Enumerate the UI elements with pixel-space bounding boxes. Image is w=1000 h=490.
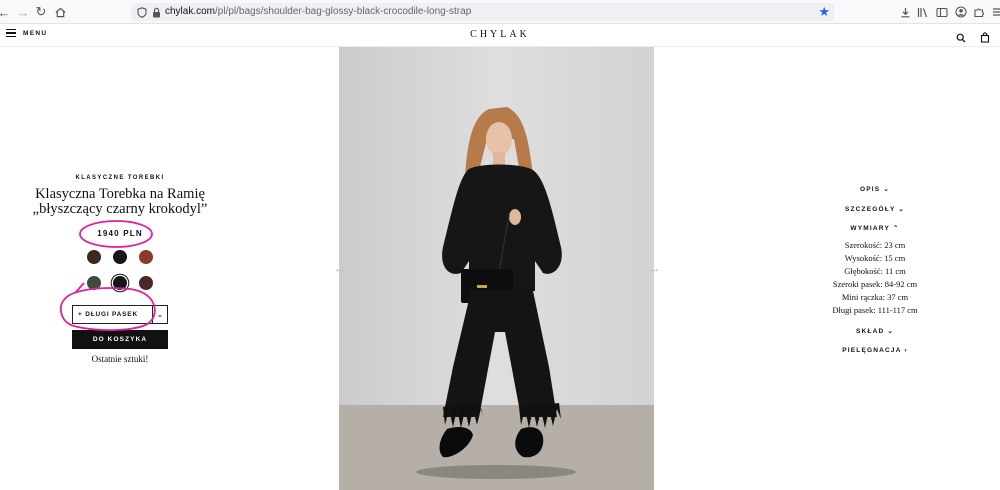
accordion-pielegnacja-label: PIELĘGNACJA bbox=[842, 347, 902, 354]
back-icon[interactable]: ← bbox=[0, 4, 12, 20]
accordion-opis[interactable]: OPIS ⌄ bbox=[800, 185, 950, 193]
dimension-item: Mini rączka: 37 cm bbox=[841, 292, 909, 302]
url-domain: chylak.com bbox=[165, 6, 216, 17]
product-panel: KLASYCZNE TOREBKI Klasyczna Torebka na R… bbox=[20, 175, 220, 364]
accordion-sklad-label: SKŁAD bbox=[855, 328, 885, 335]
download-icon[interactable] bbox=[898, 5, 912, 19]
model-photo-illustration bbox=[339, 47, 654, 490]
accordion-szczegoly[interactable]: SZCZEGÓŁY ⌄ bbox=[800, 205, 950, 213]
color-swatch[interactable] bbox=[87, 250, 101, 264]
home-icon[interactable] bbox=[52, 4, 68, 20]
color-swatch[interactable] bbox=[113, 250, 127, 264]
forward-icon[interactable]: → bbox=[15, 4, 31, 20]
stock-note: Ostatnie sztuki! bbox=[91, 354, 149, 364]
site-header: MENU CHYLAK bbox=[0, 24, 1000, 47]
next-image-arrow-icon[interactable]: → bbox=[649, 263, 660, 275]
add-to-cart-button[interactable]: DO KOSZYKA bbox=[72, 330, 168, 349]
color-swatch[interactable] bbox=[139, 250, 153, 264]
sidebar-icon[interactable] bbox=[935, 5, 949, 19]
product-photo[interactable] bbox=[339, 47, 654, 490]
library-icon[interactable] bbox=[916, 5, 930, 19]
bookmark-star-icon[interactable]: ★ bbox=[818, 4, 830, 20]
lock-icon[interactable] bbox=[149, 5, 163, 19]
chevron-right-icon: › bbox=[904, 347, 908, 354]
chevron-up-icon: ⌃ bbox=[892, 225, 900, 232]
product-title-line2: „błyszczący czarny krokodyl” bbox=[32, 201, 208, 217]
accordion-wymiary[interactable]: WYMIARY ⌃ bbox=[800, 224, 950, 232]
dimension-item: Głębokość: 11 cm bbox=[844, 266, 906, 276]
product-title: Klasyczna Torebka na Ramię „błyszczący c… bbox=[20, 187, 220, 217]
annotation-line bbox=[74, 282, 85, 294]
accordion-wymiary-label: WYMIARY bbox=[850, 225, 890, 232]
account-icon[interactable] bbox=[954, 5, 968, 19]
product-price: 1940 PLN bbox=[97, 229, 143, 238]
search-icon[interactable] bbox=[956, 30, 966, 43]
extensions-icon[interactable] bbox=[972, 5, 986, 19]
browser-toolbar: ← → ↻ chylak.com/pl/pl/bags/shoulder-bag… bbox=[0, 0, 1000, 24]
accordion-pielegnacja[interactable]: PIELĘGNACJA › bbox=[800, 347, 950, 354]
product-title-line1: Klasyczna Torebka na Ramię bbox=[35, 186, 205, 202]
dimension-item: Wysokość: 15 cm bbox=[844, 253, 906, 263]
accordion-opis-label: OPIS bbox=[859, 186, 881, 193]
dimension-item: Szerokość: 23 cm bbox=[844, 240, 906, 250]
chevron-down-icon: ⌄ bbox=[883, 186, 890, 193]
url-path: /pl/pl/bags/shoulder-bag-glossy-black-cr… bbox=[215, 6, 472, 17]
app-menu-icon[interactable] bbox=[990, 5, 1000, 19]
accordion-sklad[interactable]: SKŁAD ⌄ bbox=[800, 327, 950, 335]
accordion-szczegoly-label: SZCZEGÓŁY bbox=[844, 206, 896, 213]
color-swatch[interactable] bbox=[87, 276, 101, 290]
shopping-bag-icon[interactable] bbox=[980, 30, 990, 43]
shield-icon[interactable] bbox=[135, 5, 149, 19]
chevron-down-icon[interactable]: ⌄ bbox=[152, 306, 167, 323]
chevron-down-icon: ⌄ bbox=[898, 206, 906, 213]
color-swatch[interactable] bbox=[113, 276, 127, 290]
dimension-item: Długi pasek: 111-117 cm bbox=[832, 305, 918, 315]
color-swatch[interactable] bbox=[139, 276, 153, 290]
product-category[interactable]: KLASYCZNE TOREBKI bbox=[20, 175, 220, 181]
url-text[interactable]: chylak.com/pl/pl/bags/shoulder-bag-gloss… bbox=[165, 5, 471, 19]
reload-icon[interactable]: ↻ bbox=[33, 4, 49, 20]
dimensions-list: Szerokość: 23 cm Wysokość: 15 cm Głęboko… bbox=[800, 239, 950, 317]
strap-option-label: + DŁUGI PASEK bbox=[78, 311, 138, 318]
site-logo[interactable]: CHYLAK bbox=[0, 29, 1000, 40]
previous-image-arrow-icon[interactable]: ← bbox=[334, 263, 345, 275]
strap-option-select[interactable]: + DŁUGI PASEK ⌄ bbox=[72, 305, 168, 324]
chevron-down-icon: ⌄ bbox=[887, 328, 895, 335]
address-bar[interactable]: chylak.com/pl/pl/bags/shoulder-bag-gloss… bbox=[131, 3, 834, 21]
dimension-item: Szeroki pasek: 84-92 cm bbox=[832, 279, 918, 289]
